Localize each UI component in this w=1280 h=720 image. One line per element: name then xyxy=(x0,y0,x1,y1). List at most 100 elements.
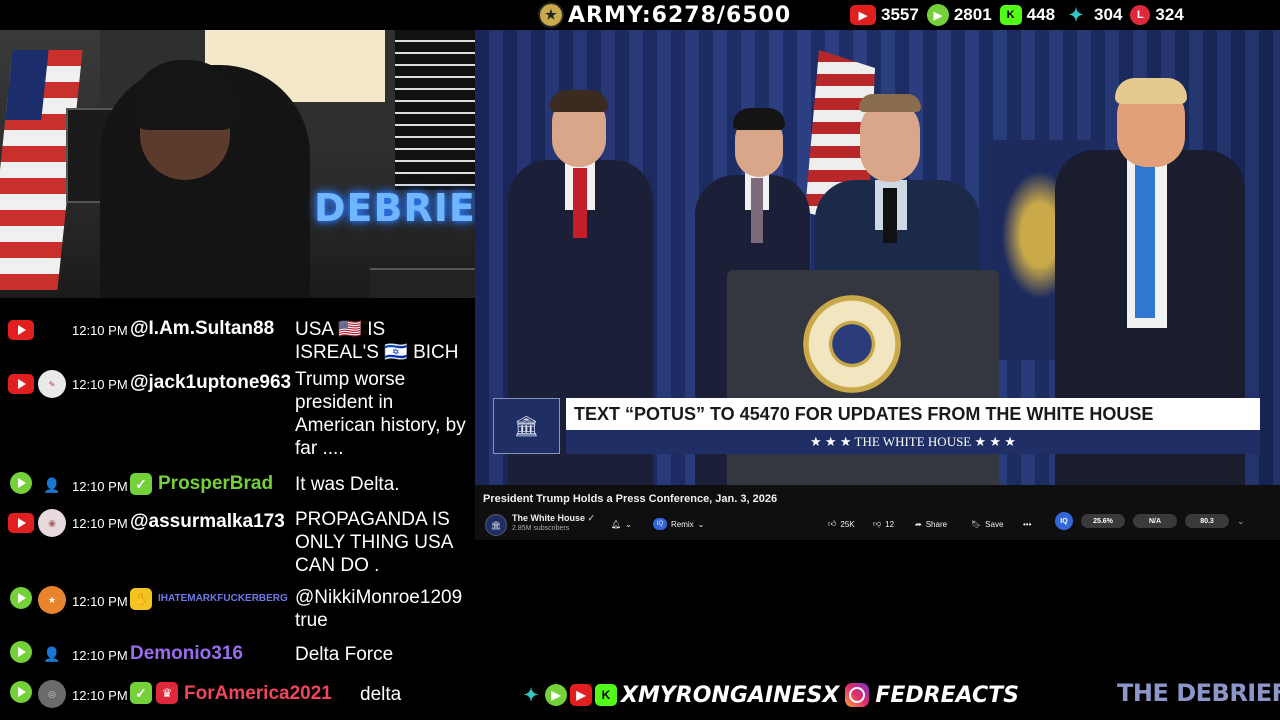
army-badge-icon: ★ xyxy=(538,2,564,28)
chat-time: 12:10 PM xyxy=(72,516,128,531)
chevron-down-icon: ⌄ xyxy=(625,519,632,529)
chevron-down-icon: ⌄ xyxy=(697,519,705,529)
bookmark-icon: 🔖︎ xyxy=(971,519,982,529)
person-middle-hair xyxy=(733,108,785,130)
chat-username: ProsperBrad xyxy=(158,473,274,494)
iq-extension-icon[interactable]: IQ xyxy=(1055,512,1073,530)
channel-avatar[interactable]: 🏛 xyxy=(485,514,507,536)
youtube-icon xyxy=(8,513,34,533)
chat-username: IHATEMARKFUCKERBERG xyxy=(158,593,288,604)
chat-text: Trump worse president in American histor… xyxy=(295,369,466,459)
chat-text: delta xyxy=(360,684,402,705)
general-hair xyxy=(859,94,921,112)
chat-username: Demonio316 xyxy=(130,643,243,664)
instagram-icon xyxy=(845,683,870,707)
remix-icon: IQ xyxy=(653,518,667,530)
chat-text: It was Delta. xyxy=(295,474,400,495)
chat-time: 12:10 PM xyxy=(72,594,128,609)
chat-message: 👤 12:10 PM Demonio316 Delta Force xyxy=(0,640,475,670)
white-house-logo-icon: 🏛 xyxy=(493,398,560,454)
audio-mixer xyxy=(370,268,475,298)
share-button[interactable]: ➦ Share xyxy=(907,515,955,533)
army-counter: ★ ARMY:6278/6500 xyxy=(538,0,791,30)
remix-label: Remix xyxy=(671,519,694,529)
person-left-hair xyxy=(550,90,608,112)
verified-check-icon: ✓ xyxy=(587,513,596,523)
stat-kick: K 448 xyxy=(999,5,1056,25)
dislike-count: 12 xyxy=(885,519,895,529)
bell-icon: 🔔︎ xyxy=(611,519,622,529)
verified-badge-icon: ✓ xyxy=(130,682,152,704)
like-count: 25K xyxy=(840,519,855,529)
stat-party: ✦ 304 xyxy=(1063,5,1122,25)
chat-username: @jack1uptone963 xyxy=(130,372,292,393)
chat-text: Delta Force xyxy=(295,644,394,665)
youtube-icon: ▶ xyxy=(570,684,592,706)
subscriber-count: 2.85M subscribers xyxy=(512,525,570,532)
remix-button[interactable]: IQ Remix ⌄ xyxy=(645,515,712,533)
stat-locals-count: 324 xyxy=(1155,5,1184,24)
general-face xyxy=(860,100,920,182)
army-label: ARMY:6278/6500 xyxy=(568,2,792,28)
channel-name[interactable]: The White House ✓ xyxy=(512,513,595,524)
user-icon: 👤 xyxy=(43,476,61,493)
general-tie xyxy=(883,188,897,243)
chat-message: ★ 12:10 PM ✋ IHATEMARKFUCKERBERG @NikkiM… xyxy=(0,586,475,632)
youtube-info-row: President Trump Holds a Press Conference… xyxy=(475,485,1280,540)
presidential-seal xyxy=(803,295,901,393)
share-label: Share xyxy=(925,519,948,529)
person-middle-tie xyxy=(751,178,763,243)
chevron-down-icon[interactable]: ⌄ xyxy=(1237,516,1245,527)
chat-username: @I.Am.Sultan88 xyxy=(130,318,275,339)
chat-message: ✎ 12:10 PM @jack1uptone963 Trump worse p… xyxy=(0,368,475,460)
chat-message: ◉ 12:10 PM @assurmalka173 PROPAGANDA IS … xyxy=(0,508,475,578)
rumble-icon: ▶ xyxy=(545,684,567,706)
chat-time: 12:10 PM xyxy=(72,377,128,392)
supporter-badge-icon: ✋ xyxy=(130,588,152,610)
stat-youtube: ▶ 3557 xyxy=(850,5,919,25)
party-icon: ✦ xyxy=(523,684,539,705)
like-button[interactable]: 👍︎ 25K xyxy=(820,515,863,533)
kick-icon: K xyxy=(595,684,617,706)
chat-username: @assurmalka173 xyxy=(130,511,285,532)
more-options-button[interactable]: ••• xyxy=(1015,515,1039,533)
rumble-icon xyxy=(8,681,34,703)
stat-rumble-count: 2801 xyxy=(953,5,992,24)
chat-panel: 12:10 PM @I.Am.Sultan88 USA 🇺🇸 IS ISREAL… xyxy=(0,298,475,720)
avatar: ★ xyxy=(38,586,66,614)
share-icon: ➦ xyxy=(915,519,922,529)
chat-time: 12:10 PM xyxy=(72,648,128,663)
extension-stats: IQ 25.6% N/A 80.3 ⌄ xyxy=(1055,510,1255,532)
locals-icon: L xyxy=(1130,5,1151,25)
dislike-button[interactable]: 👎︎ 12 xyxy=(865,515,902,533)
video-title[interactable]: President Trump Holds a Press Conference… xyxy=(483,493,777,505)
more-horizontal-icon: ••• xyxy=(1023,519,1032,529)
stat-kick-count: 448 xyxy=(1026,5,1056,24)
gift-badge-icon: ♛ xyxy=(156,682,178,704)
rumble-icon xyxy=(8,587,34,609)
lower-third-banner: 🏛 TEXT “POTUS” TO 45470 FOR UPDATES FROM… xyxy=(493,398,1260,454)
video-player[interactable]: 🏛 TEXT “POTUS” TO 45470 FOR UPDATES FROM… xyxy=(475,30,1280,485)
chat-text: PROPAGANDA IS ONLY THING USA CAN DO . xyxy=(295,509,453,576)
platform-viewer-stats: ▶ 3557 ▶ 2801 K 448 ✦ 304 L 324 xyxy=(850,0,1184,30)
wall-flag-stripes xyxy=(395,30,475,190)
notification-bell-button[interactable]: 🔔︎ ⌄ xyxy=(603,515,640,533)
youtube-icon: ▶ xyxy=(850,5,876,25)
lower-third-main-text: TEXT “POTUS” TO 45470 FOR UPDATES FROM T… xyxy=(566,398,1260,430)
stat-party-count: 304 xyxy=(1094,5,1123,24)
social-handle-primary: XMYRONGAINESX xyxy=(621,682,840,708)
person-left-tie xyxy=(573,168,587,238)
channel-name-text: The White House xyxy=(512,513,586,523)
extension-value: 80.3 xyxy=(1185,514,1229,528)
chat-time: 12:10 PM xyxy=(72,688,128,703)
top-stats-bar: ★ ARMY:6278/6500 ▶ 3557 ▶ 2801 K 448 ✦ 3… xyxy=(0,0,1280,30)
stat-locals: L 324 xyxy=(1130,5,1184,25)
avatar: ◉ xyxy=(38,509,66,537)
thumbs-up-icon: 👍︎ xyxy=(828,519,837,528)
person-right-hair xyxy=(1115,78,1187,104)
save-label: Save xyxy=(985,519,1004,529)
stat-youtube-count: 3557 xyxy=(881,5,919,24)
neon-sign: DEBRIEF xyxy=(314,186,475,230)
save-button[interactable]: 🔖︎ Save xyxy=(963,515,1011,533)
chat-username: ForAmerica2021 xyxy=(184,683,332,704)
